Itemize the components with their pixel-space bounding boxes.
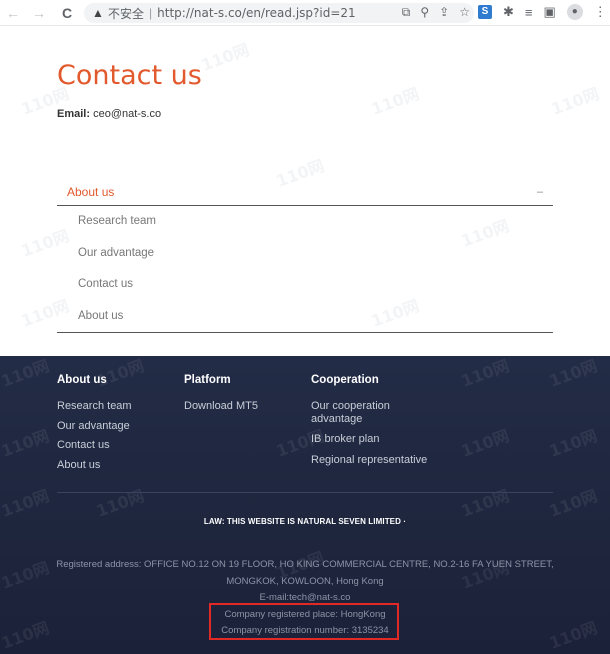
translate-icon[interactable]: ⧉ (402, 5, 411, 20)
back-arrow-icon[interactable]: ← (4, 5, 22, 21)
profile-avatar-icon[interactable]: ● (566, 4, 583, 20)
collapse-toggle-icon[interactable]: – (537, 186, 543, 198)
side-panel-icon[interactable]: ▣ (544, 4, 556, 20)
bookmark-star-icon[interactable]: ☆ (459, 5, 470, 20)
registered-address-line1: Registered address: OFFICE NO.12 ON 19 F… (56, 559, 554, 570)
accordion-item-research-team[interactable]: Research team (78, 206, 553, 238)
watermark-text: 110网 (458, 426, 512, 461)
warning-icon[interactable]: ▲ (92, 6, 106, 20)
watermark-text: 110网 (458, 486, 512, 521)
address-bar[interactable]: ▲ 不安全 | http://nat-s.co/en/read.jsp?id=2… (84, 3, 474, 23)
extension-s-icon[interactable]: S (478, 5, 492, 19)
share-icon[interactable]: ⇪ (439, 5, 449, 20)
accordion-item-about-us[interactable]: About us (78, 301, 553, 333)
footer-platform-heading: Platform (184, 374, 231, 386)
page-title: Contact us (57, 60, 202, 91)
footer-link-cooperation-advantage[interactable]: Our cooperation advantage (311, 400, 431, 425)
insecure-label[interactable]: 不安全 (108, 5, 144, 22)
footer-link-research-team[interactable]: Research team (57, 400, 132, 413)
forward-arrow-icon[interactable]: → (30, 5, 48, 21)
address-separator: | (149, 6, 153, 20)
zoom-icon[interactable]: ⚲ (420, 5, 429, 20)
accordion-body: Research team Our advantage Contact us A… (57, 206, 553, 334)
contact-email: Email: ceo@nat-s.co (57, 108, 161, 120)
watermark-text: 110网 (546, 426, 600, 461)
law-notice: LAW: THIS WEBSITE IS NATURAL SEVEN LIMIT… (203, 517, 407, 526)
watermark-text: 110网 (548, 84, 602, 119)
highlight-box (209, 603, 399, 640)
url-text[interactable]: http://nat-s.co/en/read.jsp?id=21 (157, 6, 356, 20)
watermark-text: 110网 (546, 356, 600, 391)
browser-toolbar: ← → C ▲ 不安全 | http://nat-s.co/en/read.js… (0, 0, 610, 26)
footer-about-heading: About us (57, 374, 107, 386)
footer-link-regional-representative[interactable]: Regional representative (311, 454, 431, 467)
reading-list-icon[interactable]: ≡ (525, 5, 533, 20)
footer-cooperation-heading: Cooperation (311, 374, 379, 386)
watermark-text: 110网 (458, 356, 512, 391)
watermark-text: 110网 (198, 40, 252, 75)
extensions-puzzle-icon[interactable]: ✱ (503, 4, 514, 20)
watermark-text: 110网 (546, 486, 600, 521)
accordion-item-our-advantage[interactable]: Our advantage (78, 238, 553, 270)
footer-about-column: About us Research team Our advantage Con… (57, 374, 132, 479)
watermark-text: 110网 (368, 84, 422, 119)
footer-link-our-advantage[interactable]: Our advantage (57, 420, 132, 433)
email-value[interactable]: ceo@nat-s.co (93, 108, 161, 120)
watermark-text: 110网 (0, 426, 52, 461)
footer-link-contact-us[interactable]: Contact us (57, 439, 132, 452)
menu-kebab-icon[interactable]: ⋮ (594, 4, 607, 20)
watermark-text: 110网 (0, 356, 52, 391)
footer-link-download-mt5[interactable]: Download MT5 (184, 400, 258, 413)
about-us-accordion: About us – Research team Our advantage C… (57, 178, 553, 334)
accordion-header-label: About us (67, 184, 115, 199)
footer-link-ib-broker-plan[interactable]: IB broker plan (311, 433, 431, 446)
watermark-text: 110网 (0, 486, 52, 521)
footer-platform-column: Platform Download MT5 (184, 374, 258, 421)
registered-address-line2: MONGKOK, KOWLOON, Hong Kong (226, 575, 384, 587)
accordion-item-contact-us[interactable]: Contact us (78, 269, 553, 301)
footer-divider (57, 492, 553, 493)
watermark-text: 110网 (93, 486, 147, 521)
footer-cooperation-column: Cooperation Our cooperation advantage IB… (311, 374, 431, 475)
accordion-header[interactable]: About us – (57, 178, 553, 206)
reload-icon[interactable]: C (58, 5, 76, 21)
footer-link-about-us[interactable]: About us (57, 459, 132, 472)
email-label: Email: (57, 108, 91, 120)
